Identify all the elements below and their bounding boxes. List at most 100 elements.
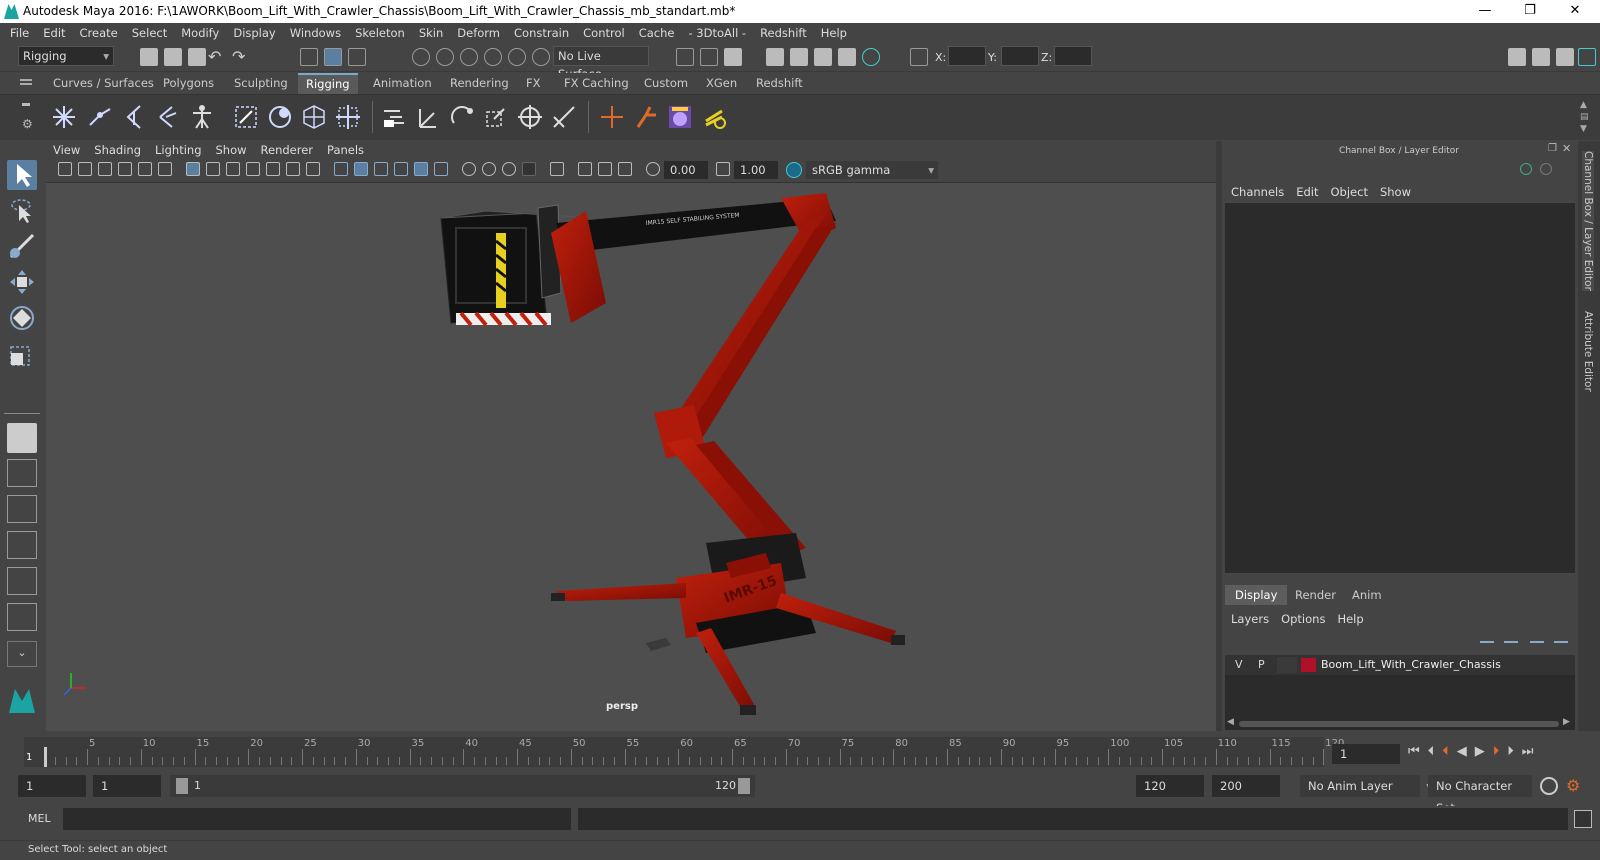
camera-select-icon[interactable]: [58, 162, 72, 176]
render-settings-icon[interactable]: [838, 48, 856, 66]
select-tool-icon[interactable]: [7, 160, 37, 190]
menu-skin[interactable]: Skin: [412, 23, 450, 43]
anim-end-field[interactable]: 200: [1212, 775, 1280, 797]
cb-menu-edit[interactable]: Edit: [1290, 182, 1324, 202]
safe-action-icon[interactable]: [286, 162, 300, 176]
image-plane-icon[interactable]: [118, 162, 132, 176]
side-tab-attribute-editor[interactable]: Attribute Editor: [1582, 311, 1594, 392]
render-view-icon[interactable]: [766, 48, 784, 66]
auto-key-icon[interactable]: [1540, 777, 1558, 795]
quick-rig-icon[interactable]: [188, 103, 216, 131]
script-editor-icon[interactable]: [1574, 810, 1592, 828]
tab-redshift[interactable]: Redshift: [748, 73, 811, 94]
tab-xgen[interactable]: XGen: [698, 73, 745, 94]
menu-windows[interactable]: Windows: [283, 23, 348, 43]
hik-character-icon[interactable]: [666, 103, 694, 131]
range-end-handle[interactable]: [738, 778, 750, 794]
custom-layout-icon[interactable]: ⌄: [7, 641, 37, 667]
persp-hypershade-layout-icon[interactable]: [7, 567, 37, 595]
make-live-icon[interactable]: [532, 48, 550, 66]
z-field[interactable]: [1054, 46, 1092, 66]
step-back-frame-icon[interactable]: ⏴: [1442, 744, 1457, 759]
parent-constraint-icon[interactable]: [380, 103, 408, 131]
layer-horizontal-scrollbar[interactable]: [1239, 721, 1559, 727]
tab-fx[interactable]: FX: [518, 73, 549, 94]
layer-name[interactable]: Boom_Lift_With_Crawler_Chassis: [1321, 658, 1501, 671]
live-surface-field[interactable]: No Live Surface: [553, 46, 649, 81]
minimize-button[interactable]: —: [1463, 0, 1507, 23]
layer-menu-layers[interactable]: Layers: [1225, 609, 1275, 629]
input-ops-icon[interactable]: [676, 48, 694, 66]
tab-anim[interactable]: Anim: [1342, 585, 1392, 605]
tab-polygons[interactable]: Polygons: [155, 73, 222, 94]
shelf-menu-icon[interactable]: [20, 79, 32, 81]
y-field[interactable]: [1001, 46, 1039, 66]
play-forwards-icon[interactable]: ▶: [1475, 744, 1493, 759]
scale-tool-icon[interactable]: [7, 339, 37, 369]
resolution-gate-icon[interactable]: [226, 162, 240, 176]
layer-visibility-toggle[interactable]: V: [1235, 658, 1243, 671]
current-frame-field[interactable]: 1: [1332, 744, 1400, 764]
tab-fx-caching[interactable]: FX Caching: [556, 73, 637, 94]
attribute-editor-toggle-icon[interactable]: [1532, 48, 1550, 66]
restore-button[interactable]: ❐: [1508, 0, 1552, 23]
create-rig-icon[interactable]: [632, 103, 660, 131]
menu-modify[interactable]: Modify: [174, 23, 226, 43]
tab-render[interactable]: Render: [1285, 585, 1346, 605]
undo-icon[interactable]: ↶: [208, 47, 221, 66]
menu-help[interactable]: Help: [814, 23, 854, 43]
cb-options-icon[interactable]: [1540, 163, 1552, 175]
cb-menu-channels[interactable]: Channels: [1225, 182, 1290, 202]
menu-file[interactable]: File: [3, 23, 36, 43]
layer-color-swatch[interactable]: [1301, 658, 1316, 672]
snap-view-icon[interactable]: [484, 48, 502, 66]
safe-title-icon[interactable]: [306, 162, 320, 176]
tab-custom[interactable]: Custom: [636, 73, 696, 94]
tab-curves-surfaces[interactable]: Curves / Surfaces: [45, 73, 162, 94]
mel-label[interactable]: MEL: [28, 812, 51, 825]
select-hierarchy-icon[interactable]: [300, 48, 318, 66]
menu-cache[interactable]: Cache: [632, 23, 682, 43]
close-panel-icon[interactable]: ✕: [1562, 142, 1571, 155]
float-panel-icon[interactable]: ❐: [1548, 143, 1557, 154]
locator-icon[interactable]: [598, 103, 626, 131]
new-layer-icon[interactable]: [1530, 633, 1544, 643]
step-forward-frame-icon[interactable]: ⏵: [1493, 744, 1508, 759]
close-button[interactable]: ✕: [1553, 0, 1597, 23]
persp-uv-layout-icon[interactable]: [7, 603, 37, 631]
textured-icon[interactable]: [394, 162, 408, 176]
persp-graph-layout-icon[interactable]: [7, 531, 37, 559]
xray-icon[interactable]: [462, 162, 476, 176]
mel-input[interactable]: [63, 808, 571, 830]
menu-deform[interactable]: Deform: [450, 23, 507, 43]
menu-control[interactable]: Control: [576, 23, 632, 43]
playback-end-field[interactable]: 120: [1136, 775, 1204, 797]
save-scene-icon[interactable]: [188, 48, 206, 66]
use-lights-icon[interactable]: [414, 162, 428, 176]
move-layer-up-icon[interactable]: [1480, 633, 1494, 643]
channel-box-toggle-icon[interactable]: [1578, 48, 1596, 66]
menu-skeleton[interactable]: Skeleton: [348, 23, 412, 43]
vp-menu-view[interactable]: View: [46, 141, 87, 159]
2d-pan-zoom-icon[interactable]: [138, 162, 152, 176]
layer-menu-help[interactable]: Help: [1331, 609, 1369, 629]
default-lighting-icon[interactable]: [374, 162, 388, 176]
shelf-scroll-icon[interactable]: ▲ ▤ ▼: [1580, 99, 1589, 135]
tool-settings-icon[interactable]: [1556, 48, 1574, 66]
colorspace-dropdown[interactable]: sRGB gamma ▾: [806, 161, 938, 179]
paint-weights-icon[interactable]: [266, 103, 294, 131]
time-slider[interactable]: 1 5 10 15 20 25 30 35 40 45 50 55 60 65 70 75 80 85 90 95 1…: [24, 737, 1344, 767]
layer-row[interactable]: V P Boom_Lift_With_Crawler_Chassis: [1225, 655, 1575, 675]
smooth-bind-icon[interactable]: [232, 103, 260, 131]
vp-menu-panels[interactable]: Panels: [320, 141, 371, 159]
snap-surface-icon[interactable]: [508, 48, 526, 66]
grid-toggle-icon[interactable]: [186, 162, 200, 176]
new-layer-selected-icon[interactable]: [1554, 633, 1568, 643]
step-back-key-icon[interactable]: ⏴: [1428, 744, 1443, 759]
joint-tool-icon[interactable]: [50, 103, 78, 131]
gate-mask-icon[interactable]: [246, 162, 260, 176]
go-to-start-icon[interactable]: ⏮: [1408, 744, 1428, 759]
menu-create[interactable]: Create: [73, 23, 125, 43]
shadows-icon[interactable]: [434, 162, 448, 176]
persp-outliner-layout-icon[interactable]: [7, 495, 37, 523]
